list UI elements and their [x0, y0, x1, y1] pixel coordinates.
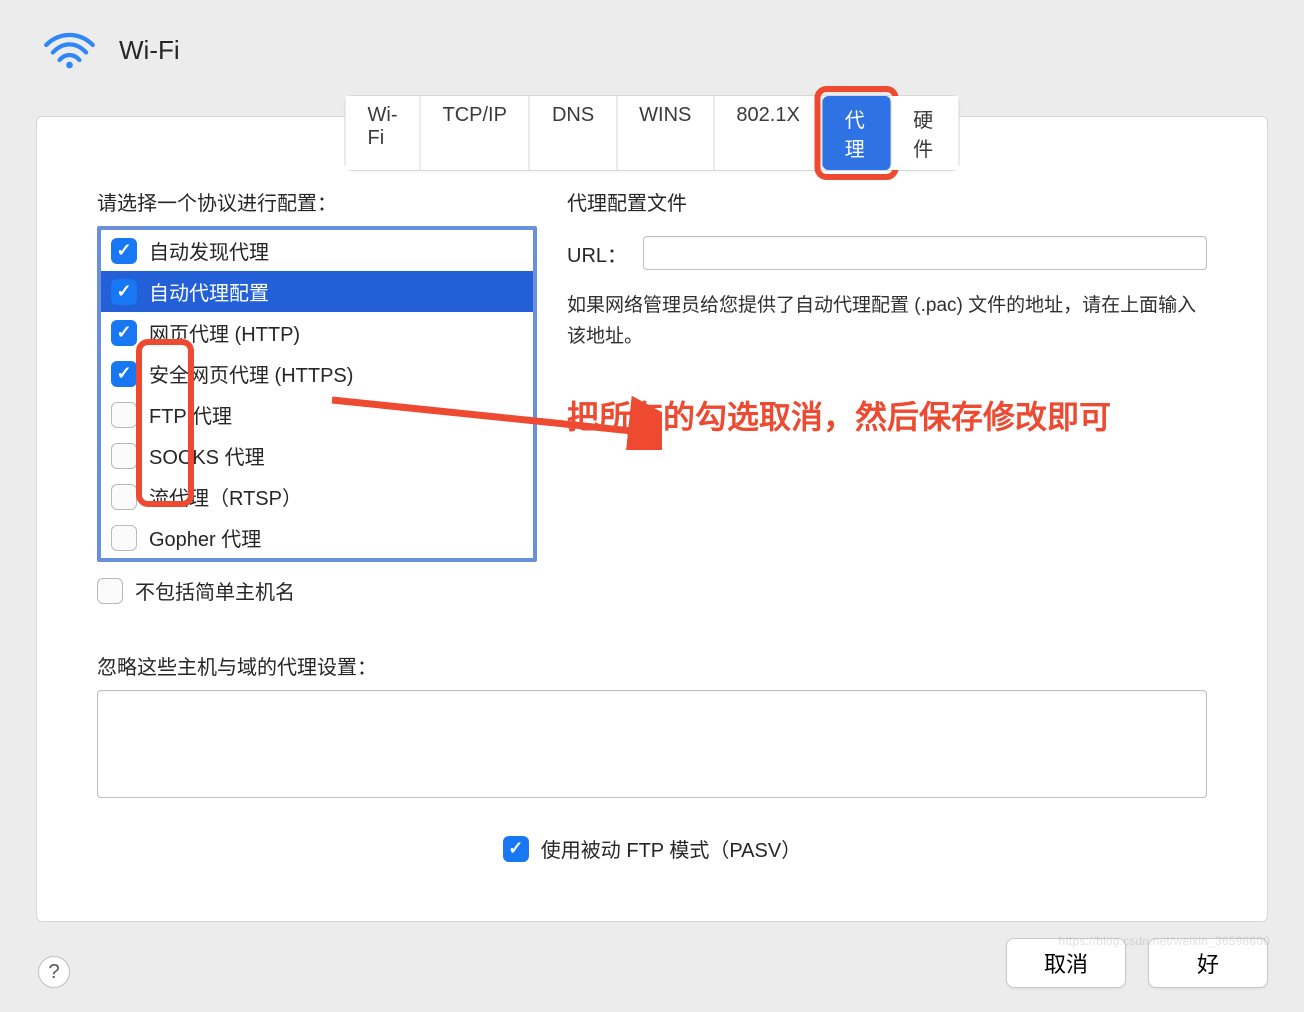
tab-dns[interactable]: DNS: [530, 96, 617, 170]
protocol-row[interactable]: Gopher 代理: [101, 517, 533, 558]
annotation-text: 把所有的勾选取消，然后保存修改即可: [567, 393, 1207, 443]
url-label: URL：: [567, 239, 627, 268]
tab-wifi[interactable]: Wi-Fi: [346, 96, 421, 170]
wifi-icon: [42, 30, 97, 70]
protocol-label: Gopher 代理: [149, 523, 261, 552]
protocol-label: 安全网页代理 (HTTPS): [149, 359, 353, 388]
protocol-label: FTP 代理: [149, 400, 232, 429]
protocol-list: 自动发现代理自动代理配置网页代理 (HTTP) 安全网页代理 (HTTPS) FTP…: [97, 226, 537, 562]
protocol-checkbox[interactable]: [111, 279, 137, 305]
tab-proxy[interactable]: 代理: [823, 96, 891, 170]
tab-bar: Wi-Fi TCP/IP DNS WINS 802.1X 代理 硬件: [345, 95, 960, 171]
protocol-label: 自动代理配置: [149, 277, 269, 306]
protocol-label: 网页代理 (HTTP): [149, 318, 300, 347]
protocol-checkbox[interactable]: [111, 484, 137, 510]
bypass-textarea[interactable]: [97, 690, 1207, 798]
protocol-checkbox[interactable]: [111, 525, 137, 551]
watermark: https://blog.csdn.net/weixin_36598600: [1058, 934, 1270, 948]
protocol-checkbox[interactable]: [111, 443, 137, 469]
protocol-label: SOCKS 代理: [149, 441, 265, 470]
protocol-checkbox[interactable]: [111, 402, 137, 428]
tab-wins[interactable]: WINS: [617, 96, 714, 170]
protocol-row[interactable]: 自动代理配置: [101, 271, 533, 312]
protocol-row[interactable]: FTP 代理: [101, 394, 533, 435]
tab-8021x[interactable]: 802.1X: [714, 96, 822, 170]
annotation-highlight-tab: [815, 86, 898, 180]
help-button[interactable]: ?: [38, 956, 70, 988]
protocol-label: 自动发现代理: [149, 236, 269, 265]
protocol-section-label: 请选择一个协议进行配置：: [97, 187, 537, 216]
bypass-label: 忽略这些主机与域的代理设置：: [97, 651, 1207, 680]
exclude-simple-hostnames-checkbox[interactable]: [97, 578, 123, 604]
pasv-checkbox[interactable]: [503, 836, 529, 862]
protocol-row[interactable]: SOCKS 代理: [101, 435, 533, 476]
protocol-label: 流代理（RTSP）: [149, 482, 302, 511]
url-input[interactable]: [643, 236, 1207, 270]
protocol-row[interactable]: 自动发现代理: [101, 230, 533, 271]
settings-panel: Wi-Fi TCP/IP DNS WINS 802.1X 代理 硬件 请选择一个…: [36, 116, 1268, 922]
protocol-row[interactable]: 安全网页代理 (HTTPS): [101, 353, 533, 394]
protocol-checkbox[interactable]: [111, 320, 137, 346]
pasv-label: 使用被动 FTP 模式（PASV）: [541, 834, 801, 863]
tab-tcpip[interactable]: TCP/IP: [420, 96, 529, 170]
tab-hardware[interactable]: 硬件: [891, 96, 958, 170]
exclude-simple-hostnames-label: 不包括简单主机名: [135, 576, 295, 605]
proxy-config-file-title: 代理配置文件: [567, 187, 1207, 216]
protocol-row[interactable]: 流代理（RTSP）: [101, 476, 533, 517]
protocol-row[interactable]: 网页代理 (HTTP): [101, 312, 533, 353]
proxy-config-description: 如果网络管理员给您提供了自动代理配置 (.pac) 文件的地址，请在上面输入该地…: [567, 290, 1207, 353]
page-title: Wi-Fi: [119, 35, 180, 66]
protocol-checkbox[interactable]: [111, 361, 137, 387]
protocol-checkbox[interactable]: [111, 238, 137, 264]
